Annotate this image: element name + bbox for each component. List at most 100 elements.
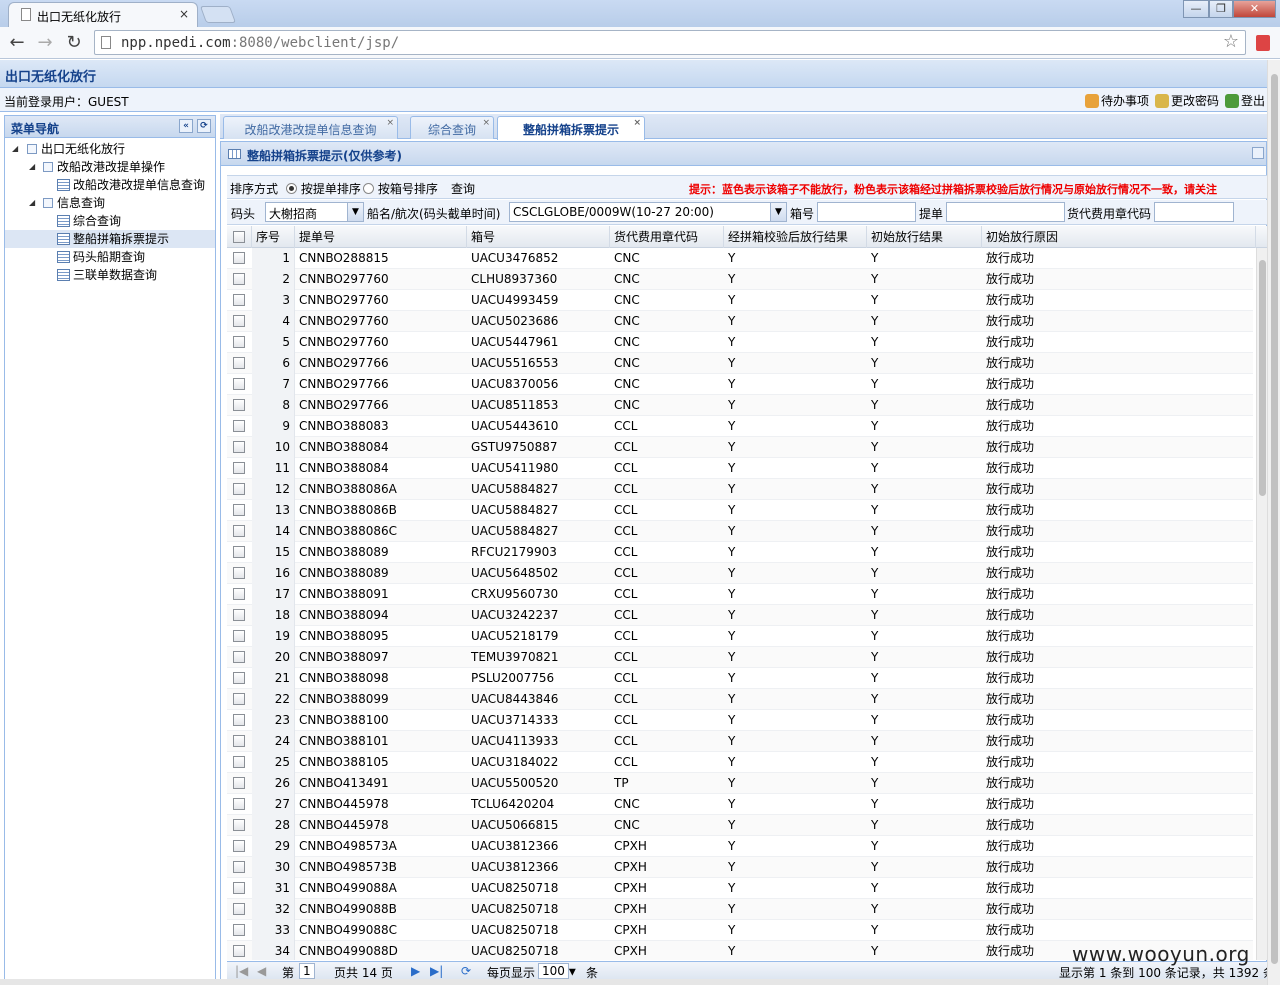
table-row[interactable]: 19 CNNBO388095 UACU5218179 CCL Y Y 放行成功 <box>227 626 1253 647</box>
maximize-button[interactable]: ❐ <box>1209 0 1233 18</box>
row-checkbox[interactable] <box>227 500 252 521</box>
table-row[interactable]: 30 CNNBO498573B UACU3812366 CPXH Y Y 放行成功 <box>227 857 1253 878</box>
collapse-icon[interactable]: « <box>179 119 193 133</box>
col-fee-code[interactable]: 货代费用章代码 <box>610 226 724 248</box>
table-row[interactable]: 1 CNNBO288815 UACU3476852 CNC Y Y 放行成功 <box>227 248 1253 269</box>
row-checkbox[interactable] <box>227 248 252 269</box>
table-row[interactable]: 24 CNNBO388101 UACU4113933 CCL Y Y 放行成功 <box>227 731 1253 752</box>
table-row[interactable]: 3 CNNBO297760 UACU4993459 CNC Y Y 放行成功 <box>227 290 1253 311</box>
checkbox-icon[interactable] <box>233 651 245 663</box>
row-checkbox[interactable] <box>227 332 252 353</box>
row-checkbox[interactable] <box>227 416 252 437</box>
table-row[interactable]: 28 CNNBO445978 UACU5066815 CNC Y Y 放行成功 <box>227 815 1253 836</box>
row-checkbox[interactable] <box>227 626 252 647</box>
row-checkbox[interactable] <box>227 647 252 668</box>
sort-by-box-radio[interactable]: 按箱号排序 <box>363 180 438 197</box>
bookmark-star-icon[interactable]: ☆ <box>1223 31 1239 52</box>
table-row[interactable]: 29 CNNBO498573A UACU3812366 CPXH Y Y 放行成功 <box>227 836 1253 857</box>
new-tab-button[interactable] <box>199 6 237 23</box>
grid-scrollbar[interactable] <box>1256 248 1267 960</box>
table-row[interactable]: 21 CNNBO388098 PSLU2007756 CCL Y Y 放行成功 <box>227 668 1253 689</box>
table-row[interactable]: 15 CNNBO388089 RFCU2179903 CCL Y Y 放行成功 <box>227 542 1253 563</box>
table-row[interactable]: 17 CNNBO388091 CRXU9560730 CCL Y Y 放行成功 <box>227 584 1253 605</box>
row-checkbox[interactable] <box>227 920 252 941</box>
tree-node-group2[interactable]: ◢ 信息查询 <box>5 194 215 212</box>
checkbox-icon[interactable] <box>233 924 245 936</box>
row-checkbox[interactable] <box>227 563 252 584</box>
checkbox-icon[interactable] <box>233 735 245 747</box>
table-row[interactable]: 18 CNNBO388094 UACU3242237 CCL Y Y 放行成功 <box>227 605 1253 626</box>
checkbox-icon[interactable] <box>233 525 245 537</box>
checkbox-icon[interactable] <box>233 483 245 495</box>
tab-lcl-split[interactable]: 整船拼箱拆票提示 × <box>497 116 645 140</box>
table-row[interactable]: 4 CNNBO297760 UACU5023686 CNC Y Y 放行成功 <box>227 311 1253 332</box>
table-row[interactable]: 14 CNNBO388086C UACU5884827 CCL Y Y 放行成功 <box>227 521 1253 542</box>
col-seq[interactable]: 序号 <box>252 226 295 248</box>
page-value[interactable]: 1 <box>299 963 315 979</box>
row-checkbox[interactable] <box>227 731 252 752</box>
checkbox-icon[interactable] <box>233 294 245 306</box>
col-check-result[interactable]: 经拼箱校验后放行结果 <box>724 226 867 248</box>
checkbox-icon[interactable] <box>233 420 245 432</box>
col-initial-result[interactable]: 初始放行结果 <box>867 226 982 248</box>
col-initial-reason[interactable]: 初始放行原因 <box>982 226 1256 248</box>
row-checkbox[interactable] <box>227 878 252 899</box>
row-checkbox[interactable] <box>227 542 252 563</box>
chevron-down-icon[interactable]: ▼ <box>569 968 576 978</box>
first-page-icon[interactable]: |◀ <box>235 964 248 978</box>
checkbox-icon[interactable] <box>233 441 245 453</box>
checkbox-icon[interactable] <box>233 231 245 243</box>
scroll-thumb[interactable] <box>1259 260 1266 496</box>
tree-node-root[interactable]: ◢ 出口无纸化放行 <box>5 140 215 158</box>
panel-tool-icon[interactable] <box>1252 147 1264 159</box>
browser-tab[interactable]: 出口无纸化放行 × <box>8 2 198 27</box>
refresh-icon[interactable]: ⟳ <box>197 119 211 133</box>
url-field[interactable]: npp.npedi.com:8080/webclient/jsp/ ☆ <box>94 30 1246 55</box>
chevron-down-icon[interactable]: ▼ <box>347 203 363 221</box>
col-box[interactable]: 箱号 <box>467 226 610 248</box>
forward-icon[interactable]: → <box>34 32 56 54</box>
checkbox-icon[interactable] <box>233 336 245 348</box>
chevron-down-icon[interactable]: ▼ <box>770 203 786 221</box>
row-checkbox[interactable] <box>227 773 252 794</box>
checkbox-icon[interactable] <box>233 630 245 642</box>
browser-tab-close-icon[interactable]: × <box>179 7 189 21</box>
table-row[interactable]: 5 CNNBO297760 UACU5447961 CNC Y Y 放行成功 <box>227 332 1253 353</box>
close-icon[interactable]: × <box>633 118 641 128</box>
checkbox-icon[interactable] <box>233 378 245 390</box>
row-checkbox[interactable] <box>227 353 252 374</box>
table-row[interactable]: 25 CNNBO388105 UACU3184022 CCL Y Y 放行成功 <box>227 752 1253 773</box>
table-row[interactable]: 22 CNNBO388099 UACU8443846 CCL Y Y 放行成功 <box>227 689 1253 710</box>
row-checkbox[interactable] <box>227 311 252 332</box>
checkbox-icon[interactable] <box>233 315 245 327</box>
expand-arrow-icon[interactable]: ◢ <box>29 194 35 212</box>
radio-icon[interactable] <box>286 183 297 194</box>
scroll-thumb[interactable] <box>1271 74 1278 964</box>
checkbox-icon[interactable] <box>233 462 245 474</box>
checkbox-icon[interactable] <box>233 273 245 285</box>
page-scrollbar[interactable] <box>1267 60 1280 985</box>
todo-link[interactable]: 待办事项 <box>1084 92 1149 109</box>
table-row[interactable]: 2 CNNBO297760 CLHU8937360 CNC Y Y 放行成功 <box>227 269 1253 290</box>
tab-general-query[interactable]: 综合查询 × <box>410 116 494 139</box>
checkbox-icon[interactable] <box>233 399 245 411</box>
minimize-button[interactable]: — <box>1183 0 1209 18</box>
radio-icon[interactable] <box>363 183 374 194</box>
checkbox-icon[interactable] <box>233 945 245 957</box>
refresh-icon[interactable]: ⟳ <box>461 964 471 978</box>
row-checkbox[interactable] <box>227 752 252 773</box>
expand-arrow-icon[interactable]: ◢ <box>29 158 35 176</box>
logout-link[interactable]: 登出 <box>1224 92 1265 109</box>
table-row[interactable]: 11 CNNBO388084 UACU5411980 CCL Y Y 放行成功 <box>227 458 1253 479</box>
checkbox-icon[interactable] <box>233 714 245 726</box>
row-checkbox[interactable] <box>227 815 252 836</box>
table-row[interactable]: 8 CNNBO297766 UACU8511853 CNC Y Y 放行成功 <box>227 395 1253 416</box>
tree-item-modify-query[interactable]: 改船改港改提单信息查询 <box>5 176 215 194</box>
row-checkbox[interactable] <box>227 689 252 710</box>
table-row[interactable]: 23 CNNBO388100 UACU3714333 CCL Y Y 放行成功 <box>227 710 1253 731</box>
table-row[interactable]: 33 CNNBO499088C UACU8250718 CPXH Y Y 放行成功 <box>227 920 1253 941</box>
fee-code-input[interactable] <box>1154 202 1234 222</box>
row-checkbox[interactable] <box>227 290 252 311</box>
sort-by-bill-radio[interactable]: 按提单排序 <box>286 180 361 197</box>
table-row[interactable]: 31 CNNBO499088A UACU8250718 CPXH Y Y 放行成功 <box>227 878 1253 899</box>
